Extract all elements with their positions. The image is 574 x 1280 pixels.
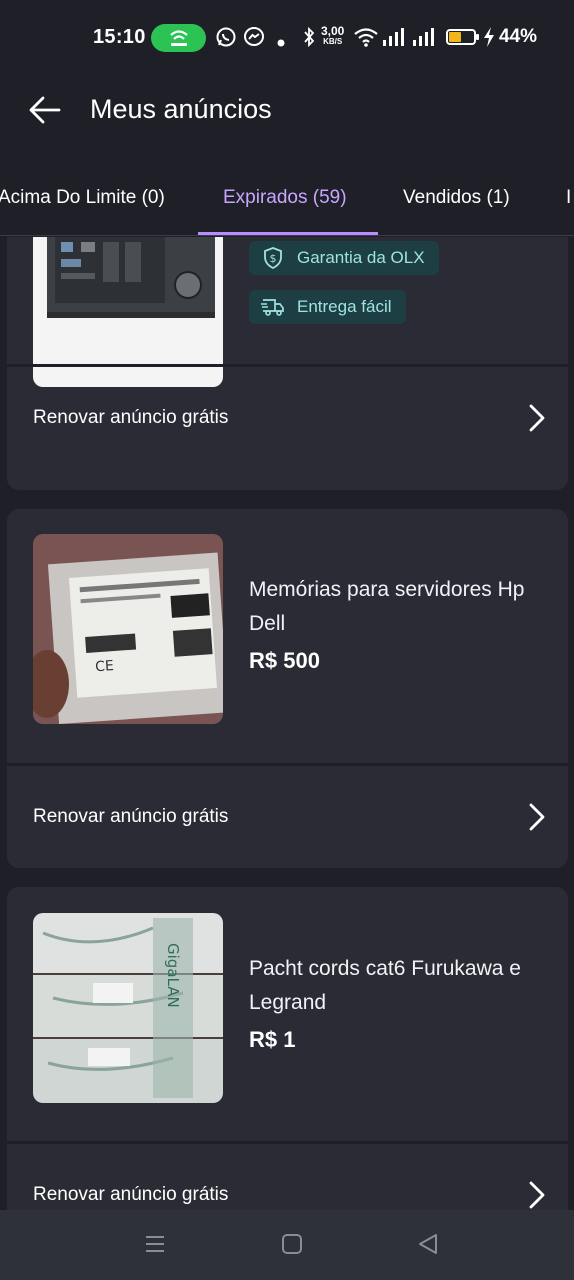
listing-card: $ Garantia da OLX Entrega fácil Renovar … (7, 237, 568, 490)
tab-bar: Acima Do Limite (0) Expirados (59) Vendi… (0, 172, 574, 236)
listings-list[interactable]: $ Garantia da OLX Entrega fácil Renovar … (0, 237, 574, 1210)
renew-label: Renovar anúncio grátis (33, 1184, 229, 1205)
badge-label: Garantia da OLX (297, 248, 425, 267)
chevron-right-icon (529, 1181, 545, 1209)
back-triangle-icon[interactable] (416, 1232, 440, 1261)
renew-label: Renovar anúncio grátis (33, 806, 229, 827)
listing-title[interactable]: Memórias para servidores Hp Dell (249, 573, 559, 641)
tab-above-limit[interactable]: Acima Do Limite (0) (0, 187, 165, 209)
listing-thumbnail[interactable]: CE (33, 534, 223, 724)
menu-icon[interactable] (143, 1232, 167, 1261)
hotspot-icon (151, 24, 206, 52)
renew-listing-button[interactable]: Renovar anúncio grátis (7, 766, 568, 866)
renew-listing-button[interactable]: Renovar anúncio grátis (7, 367, 568, 467)
signal-icon-2 (412, 26, 438, 53)
badge-olx-guarantee: $ Garantia da OLX (249, 241, 439, 275)
badge-label: Entrega fácil (297, 297, 392, 316)
bluetooth-icon (302, 26, 316, 53)
status-bar: 15:10 3,00 KB/S 44% (0, 0, 574, 76)
charging-icon (482, 26, 496, 53)
back-button[interactable] (25, 90, 65, 130)
tab-next[interactable]: I (566, 187, 571, 209)
listing-thumbnail[interactable]: GigaLAN (33, 913, 223, 1103)
chevron-right-icon (529, 404, 545, 432)
battery-icon (446, 29, 479, 45)
network-speed: 3,00 KB/S (321, 24, 345, 46)
app-header: Meus anúncios (0, 76, 574, 160)
messenger-icon (243, 26, 265, 53)
listing-price: R$ 500 (249, 648, 320, 673)
tab-sold[interactable]: Vendidos (1) (403, 187, 510, 209)
wifi-icon (353, 26, 379, 53)
system-nav-bar (0, 1210, 574, 1280)
svg-text:$: $ (270, 252, 277, 265)
tab-indicator (198, 232, 378, 235)
page-title: Meus anúncios (90, 94, 272, 124)
dot-icon (277, 34, 285, 52)
shield-dollar-icon: $ (264, 247, 282, 270)
badge-easy-delivery: Entrega fácil (249, 290, 406, 324)
svg-text:CE: CE (95, 658, 115, 675)
home-icon[interactable] (280, 1232, 304, 1261)
whatsapp-icon (215, 26, 237, 53)
listing-title[interactable]: Pacht cords cat6 Furukawa e Legrand (249, 952, 559, 1020)
chevron-right-icon (529, 803, 545, 831)
listing-card: CE Memórias para servidores Hp Dell R$ 5… (7, 509, 568, 868)
arrow-left-icon (29, 96, 61, 124)
delivery-truck-icon (261, 299, 284, 316)
tab-expired[interactable]: Expirados (59) (223, 187, 347, 209)
svg-text:GigaLAN: GigaLAN (164, 943, 182, 1008)
renew-listing-button[interactable]: Renovar anúncio grátis (7, 1144, 568, 1210)
listing-price: R$ 1 (249, 1027, 296, 1052)
signal-icon (382, 26, 408, 53)
status-time: 15:10 (93, 26, 146, 48)
listing-card: GigaLAN Pacht cords cat6 Furukawa e Legr… (7, 887, 568, 1210)
renew-label: Renovar anúncio grátis (33, 407, 229, 428)
battery-percent: 44% (499, 26, 538, 47)
